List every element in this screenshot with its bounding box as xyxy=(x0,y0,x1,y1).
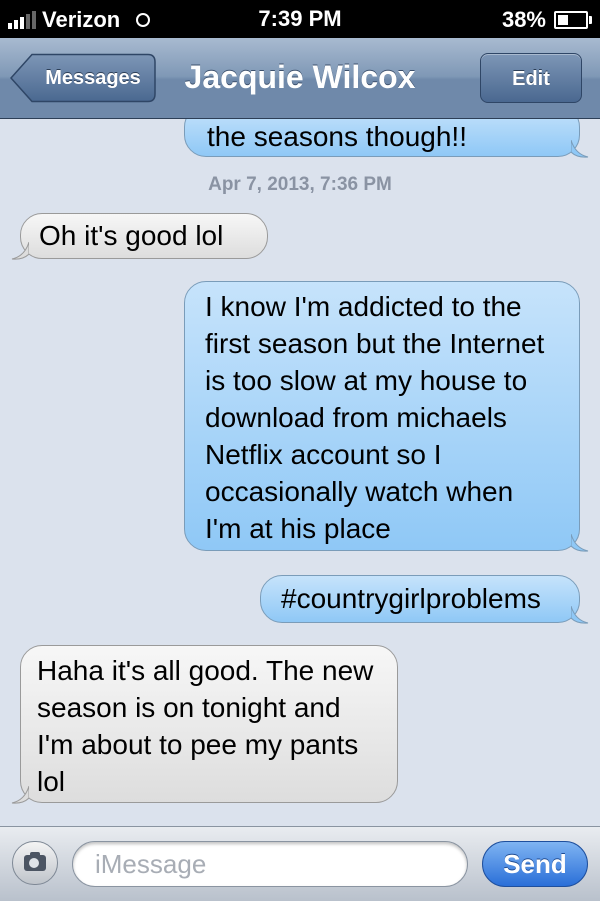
battery-group: 38% xyxy=(501,7,592,33)
battery-fill xyxy=(558,15,568,25)
compose-bar: Send xyxy=(0,826,600,901)
message-text: Haha it's all good. The new season is on… xyxy=(37,655,374,797)
message-text: #countrygirlproblems xyxy=(281,583,541,614)
send-button[interactable]: Send xyxy=(482,841,588,887)
message-list[interactable]: the seasons though!! Apr 7, 2013, 7:36 P… xyxy=(0,119,600,826)
bubble-tail xyxy=(11,786,29,804)
camera-button[interactable] xyxy=(12,841,58,885)
navigation-bar: Messages Jacquie Wilcox Edit xyxy=(0,38,600,119)
message-text: Oh it's good lol xyxy=(39,220,224,251)
message-text: I know I'm addicted to the first season … xyxy=(205,291,545,544)
battery-percent: 38% xyxy=(501,7,546,32)
imessage-input[interactable] xyxy=(72,841,468,887)
bubble-tail xyxy=(571,140,589,158)
message-bubble-outgoing[interactable]: #countrygirlproblems xyxy=(260,575,589,624)
message-text: the seasons though!! xyxy=(207,121,467,152)
battery-icon xyxy=(554,11,592,29)
message-bubble-outgoing[interactable]: the seasons though!! xyxy=(184,119,589,158)
bubble-tail xyxy=(571,606,589,624)
message-bubble-outgoing[interactable]: I know I'm addicted to the first season … xyxy=(184,281,589,552)
message-timestamp: Apr 7, 2013, 7:36 PM xyxy=(208,174,392,195)
bubble-tail xyxy=(571,534,589,552)
message-bubble-incoming[interactable]: Haha it's all good. The new season is on… xyxy=(11,645,398,804)
status-bar: Verizon 7:39 PM 38% xyxy=(0,0,600,38)
edit-button[interactable]: Edit xyxy=(480,53,582,103)
message-bubble-incoming[interactable]: Oh it's good lol xyxy=(11,213,268,260)
bubble-tail xyxy=(11,242,29,260)
